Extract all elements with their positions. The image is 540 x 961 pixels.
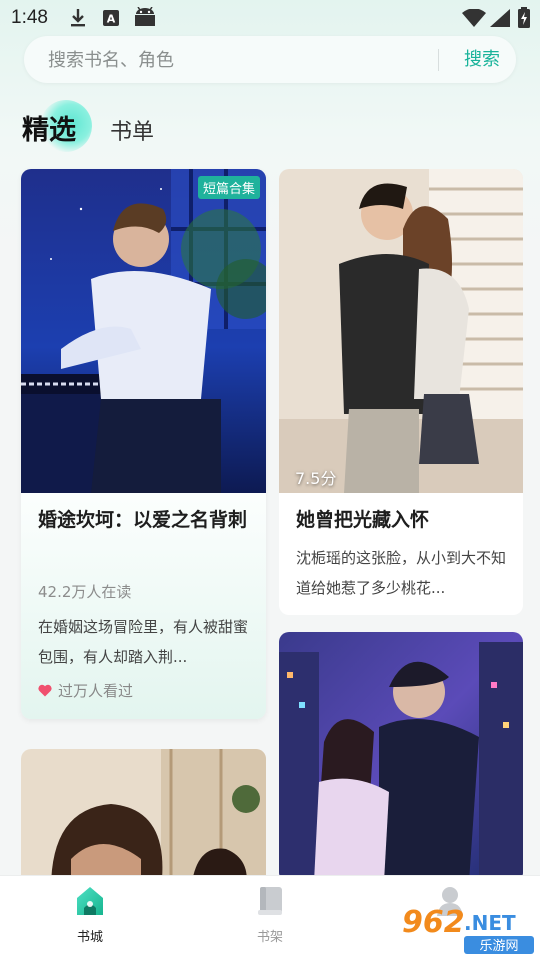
book-description: 在婚姻这场冒险里，有人被甜蜜包围，有人却踏入荆...: [38, 618, 249, 666]
nav-label: 书城: [76, 930, 103, 945]
signal-icon: [490, 9, 510, 27]
a-notification-icon: A: [103, 10, 119, 26]
nav-item-bookstore[interactable]: 书城: [40, 876, 140, 961]
book-cover: [21, 169, 266, 493]
book-cover: [21, 749, 266, 889]
tab-featured[interactable]: 精选: [22, 108, 76, 147]
nav-item-bookshelf[interactable]: 书架: [220, 876, 320, 961]
book-card[interactable]: 短篇合集 婚途坎坷：以爱之名背刺 42.2万人在读 在婚姻这场冒险里，有人被甜蜜…: [21, 169, 266, 719]
bookshelf-icon: [258, 887, 282, 915]
site-watermark-logo: 962 .NET 乐游网: [402, 905, 534, 954]
book-cover: [279, 632, 523, 882]
status-bar: 1:48 A: [0, 0, 540, 36]
book-readers: 42.2万人在读: [38, 583, 132, 601]
nav-label: 书架: [256, 930, 283, 945]
book-title: 她曾把光藏入怀: [296, 509, 430, 531]
search-divider: [438, 49, 439, 71]
svg-text:962: 962: [402, 905, 465, 940]
book-title: 婚途坎坷：以爱之名背刺: [38, 509, 248, 531]
battery-charging-icon: [518, 7, 530, 28]
book-card[interactable]: 7.5分 她曾把光藏入怀 沈栀瑶的这张脸，从小到大不知道给她惹了多少桃花...: [279, 169, 523, 615]
book-cover: [279, 169, 523, 493]
search-input[interactable]: [46, 36, 430, 85]
download-icon: [71, 9, 85, 27]
heart-icon: [38, 684, 52, 697]
wifi-icon: [462, 9, 486, 27]
svg-text:.NET: .NET: [464, 911, 516, 935]
svg-text:A: A: [107, 13, 116, 26]
book-badge: 短篇合集: [197, 176, 260, 199]
home-icon: [77, 887, 103, 915]
book-description: 沈栀瑶的这张脸，从小到大不知道给她惹了多少桃花...: [296, 549, 507, 597]
status-time: 1:48: [11, 7, 48, 28]
search-button[interactable]: 搜索: [456, 36, 508, 83]
popularity-label: 过万人看过: [58, 682, 134, 700]
book-score: 7.5分: [295, 469, 337, 488]
tab-booklist[interactable]: 书单: [110, 114, 154, 146]
svg-text:乐游网: 乐游网: [479, 939, 518, 954]
book-card[interactable]: [21, 749, 266, 889]
book-popularity: 过万人看过: [38, 680, 133, 701]
android-icon: [135, 7, 155, 26]
search-bar: 搜索: [24, 36, 516, 85]
book-card[interactable]: [279, 632, 523, 882]
